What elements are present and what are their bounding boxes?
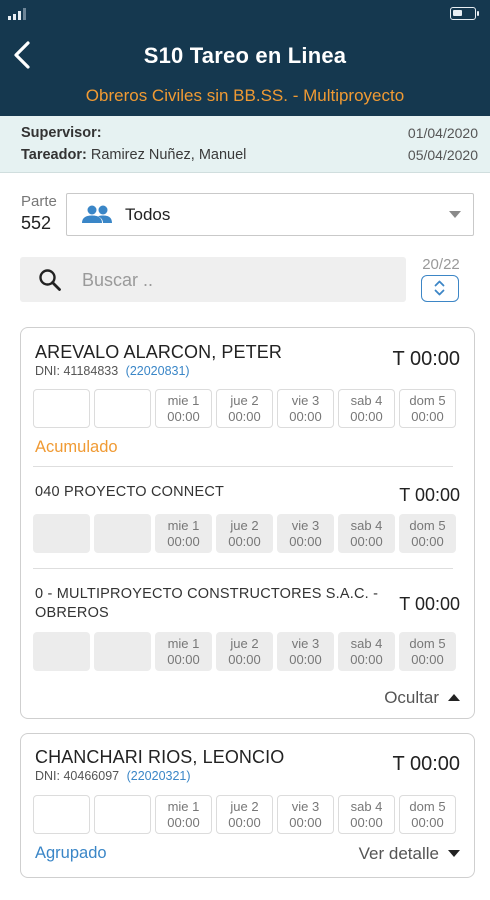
day-cell-blank[interactable] [94,795,151,834]
battery-icon [450,7,479,20]
day-cell[interactable]: sab 4 00:00 [338,795,395,834]
day-cell-blank[interactable] [94,389,151,428]
day-cell[interactable]: jue 2 00:00 [216,514,273,553]
supervisor-label: Supervisor: [21,125,102,141]
search-icon [39,269,61,291]
chevron-down-icon [449,211,461,218]
day-cell[interactable]: vie 3 00:00 [277,795,334,834]
worker-card[interactable]: CHANCHARI RIOS, LEONCIO DNI: 40466097 (2… [20,733,475,878]
tareador-value: Ramirez Nuñez, Manuel [90,147,247,163]
tareador-row: Tareador: Ramirez Nuñez, Manuel 05/04/20… [21,147,478,163]
worker-card[interactable]: AREVALO ALARCON, PETER DNI: 41184833 (22… [20,327,475,719]
day-cell[interactable]: dom 5 00:00 [399,514,456,553]
end-date: 05/04/2020 [407,147,478,163]
status-label: Acumulado [35,438,118,456]
info-bar: Supervisor: 01/04/2020 Tareador: Ramirez… [0,116,490,173]
start-date: 01/04/2020 [407,125,478,141]
toggle-label: Ocultar [384,688,439,707]
page-subtitle: Obreros Civiles sin BB.SS. - Multiproyec… [85,86,405,105]
search-bar [20,257,406,302]
parte-number: 552 [21,213,52,233]
day-cell-blank[interactable] [33,795,90,834]
project-total: T 00:00 [399,485,460,505]
day-cell-blank[interactable] [33,514,90,553]
worker-name: AREVALO ALARCON, PETER [35,342,282,362]
day-row: mie 1 00:00 jue 2 00:00 vie 3 00:00 sab 4 00… [33,795,456,834]
search-input[interactable] [82,267,382,293]
expand-collapse-button[interactable] [421,275,459,302]
worker-dni: DNI: 40466097 (22020321) [35,769,191,783]
day-cell-blank[interactable] [33,389,90,428]
chevron-up-down-icon [434,280,445,296]
dni-label: DNI: [35,769,60,783]
worker-code: (22020831) [125,364,190,378]
day-row: mie 1 00:00 jue 2 00:00 vie 3 00:00 sab 4 00… [33,632,456,671]
day-cell[interactable]: dom 5 00:00 [399,389,456,428]
worker-total: T 00:00 [392,348,460,370]
dni-number: 40466097 [63,769,120,783]
filter-selected-value: Todos [125,205,171,224]
day-cell[interactable]: mie 1 00:00 [155,514,212,553]
supervisor-row: Supervisor: 01/04/2020 [21,125,478,141]
tareador-label: Tareador: [21,147,87,163]
day-cell[interactable]: dom 5 00:00 [399,632,456,671]
result-count: 20/22 [422,256,460,273]
day-row: mie 1 00:00 jue 2 00:00 vie 3 00:00 sab 4 00… [33,389,456,428]
day-row: mie 1 00:00 jue 2 00:00 vie 3 00:00 sab 4 00… [33,514,456,553]
caret-up-icon [448,694,460,701]
project-total: T 00:00 [399,594,460,614]
people-icon [82,205,112,223]
day-cell-blank[interactable] [94,514,151,553]
project-name: 0 - MULTIPROYECTO CONSTRUCTORES S.A.C. -… [35,586,379,621]
dni-number: 41184833 [63,364,119,378]
grouped-link[interactable]: Agrupado [35,844,107,863]
day-cell[interactable]: jue 2 00:00 [216,389,273,428]
toggle-label: Ver detalle [358,844,439,863]
divider [33,568,453,569]
worker-dni: DNI: 41184833 (22020831) [35,364,190,378]
project-name: 040 PROYECTO CONNECT [35,484,225,500]
day-cell[interactable]: mie 1 00:00 [155,632,212,671]
status-bar [0,0,490,30]
day-cell[interactable]: sab 4 00:00 [338,632,395,671]
day-cell[interactable]: mie 1 00:00 [155,795,212,834]
parte-label: Parte [21,193,57,210]
day-cell[interactable]: dom 5 00:00 [399,795,456,834]
dni-label: DNI: [35,364,60,378]
day-cell[interactable]: vie 3 00:00 [277,632,334,671]
divider [33,466,453,467]
group-filter-select[interactable]: Todos [66,193,474,236]
day-cell[interactable]: jue 2 00:00 [216,632,273,671]
day-cell-blank[interactable] [33,632,90,671]
day-cell[interactable]: vie 3 00:00 [277,514,334,553]
page-title: S10 Tareo en Linea [143,43,347,68]
day-cell[interactable]: sab 4 00:00 [338,514,395,553]
day-cell[interactable]: sab 4 00:00 [338,389,395,428]
view-details-toggle[interactable]: Ver detalle [359,844,460,864]
hide-details-toggle[interactable]: Ocultar [384,688,460,708]
day-cell-blank[interactable] [94,632,151,671]
day-cell[interactable]: jue 2 00:00 [216,795,273,834]
worker-name: CHANCHARI RIOS, LEONCIO [35,747,285,767]
day-cell[interactable]: vie 3 00:00 [277,389,334,428]
app-header: S10 Tareo en Linea Obreros Civiles sin B… [0,0,490,116]
signal-icon [8,8,26,20]
caret-down-icon [448,850,460,857]
day-cell[interactable]: mie 1 00:00 [155,389,212,428]
worker-total: T 00:00 [392,753,460,775]
worker-code: (22020321) [126,769,191,783]
